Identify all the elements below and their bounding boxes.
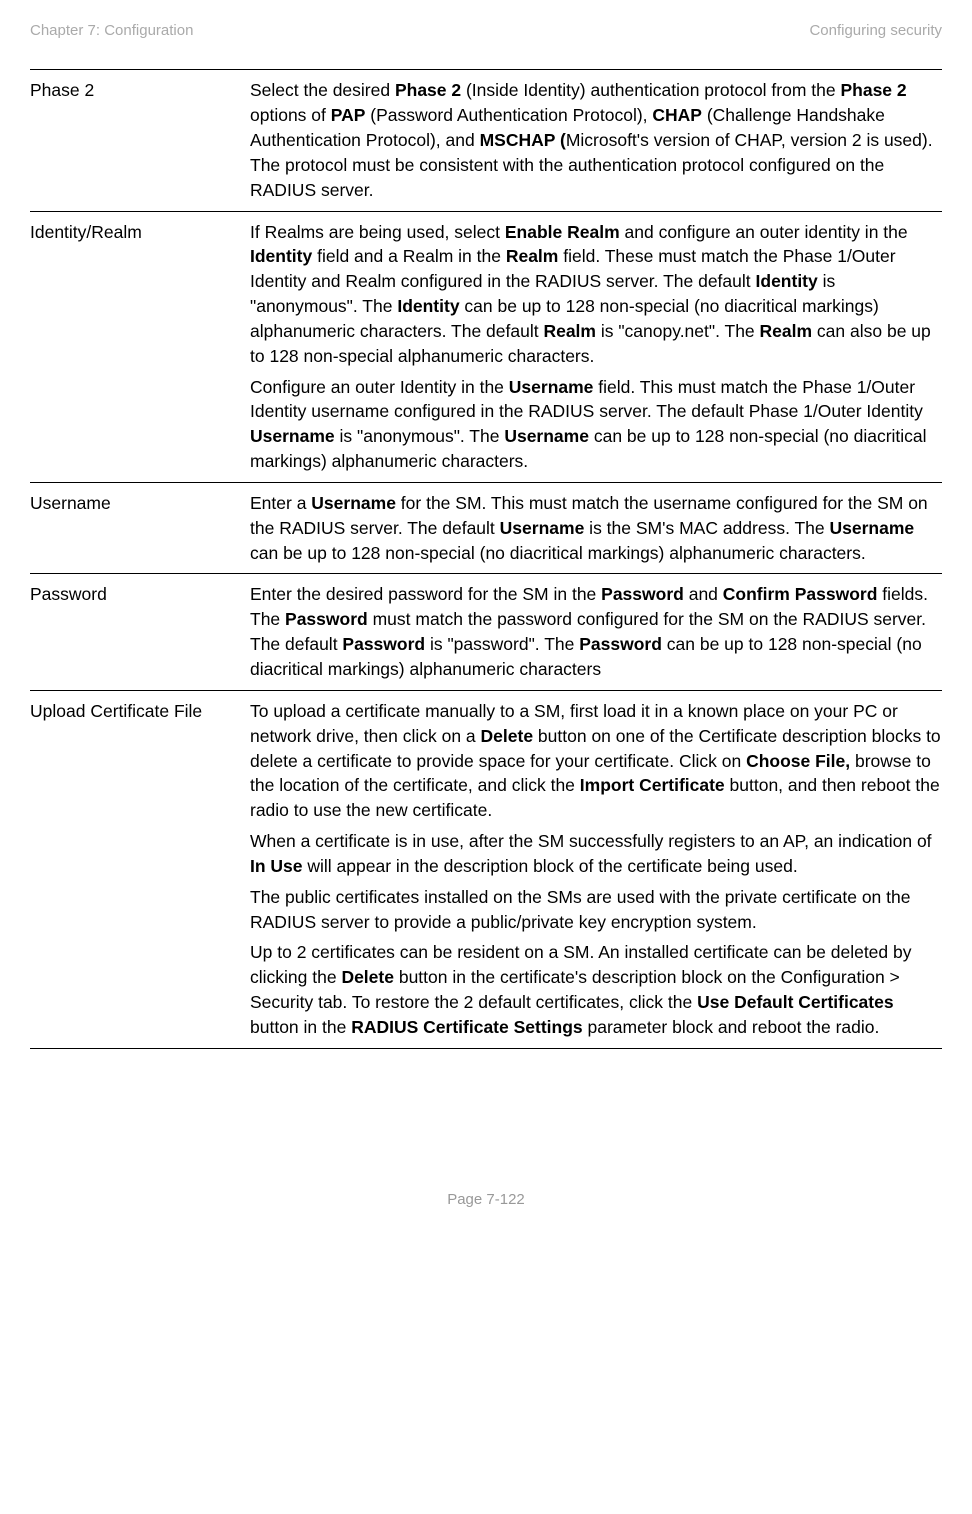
- description-paragraph: Enter the desired password for the SM in…: [250, 582, 942, 681]
- description-paragraph: Select the desired Phase 2 (Inside Ident…: [250, 78, 942, 202]
- description-paragraph: Up to 2 certificates can be resident on …: [250, 940, 942, 1039]
- header-chapter: Chapter 7: Configuration: [30, 20, 193, 41]
- page-header: Chapter 7: Configuration Configuring sec…: [30, 20, 942, 41]
- attribute-description: Select the desired Phase 2 (Inside Ident…: [250, 78, 942, 202]
- table-row: Upload Certificate FileTo upload a certi…: [30, 690, 942, 1049]
- attribute-description: Enter the desired password for the SM in…: [250, 582, 942, 681]
- table-row: UsernameEnter a Username for the SM. Thi…: [30, 482, 942, 574]
- table-row: Identity/RealmIf Realms are being used, …: [30, 211, 942, 482]
- page-footer: Page 7-122: [30, 1189, 942, 1210]
- description-paragraph: When a certificate is in use, after the …: [250, 829, 942, 879]
- description-paragraph: Enter a Username for the SM. This must m…: [250, 491, 942, 566]
- table-row: PasswordEnter the desired password for t…: [30, 573, 942, 689]
- attribute-description: If Realms are being used, select Enable …: [250, 220, 942, 474]
- config-table: Phase 2Select the desired Phase 2 (Insid…: [30, 69, 942, 1049]
- attribute-description: To upload a certificate manually to a SM…: [250, 699, 942, 1040]
- attribute-name: Identity/Realm: [30, 220, 250, 474]
- description-paragraph: If Realms are being used, select Enable …: [250, 220, 942, 369]
- attribute-name: Phase 2: [30, 78, 250, 202]
- description-paragraph: Configure an outer Identity in the Usern…: [250, 375, 942, 474]
- attribute-name: Password: [30, 582, 250, 681]
- description-paragraph: The public certificates installed on the…: [250, 885, 942, 935]
- attribute-name: Username: [30, 491, 250, 566]
- description-paragraph: To upload a certificate manually to a SM…: [250, 699, 942, 823]
- attribute-name: Upload Certificate File: [30, 699, 250, 1040]
- header-section: Configuring security: [809, 20, 942, 41]
- attribute-description: Enter a Username for the SM. This must m…: [250, 491, 942, 566]
- table-row: Phase 2Select the desired Phase 2 (Insid…: [30, 69, 942, 210]
